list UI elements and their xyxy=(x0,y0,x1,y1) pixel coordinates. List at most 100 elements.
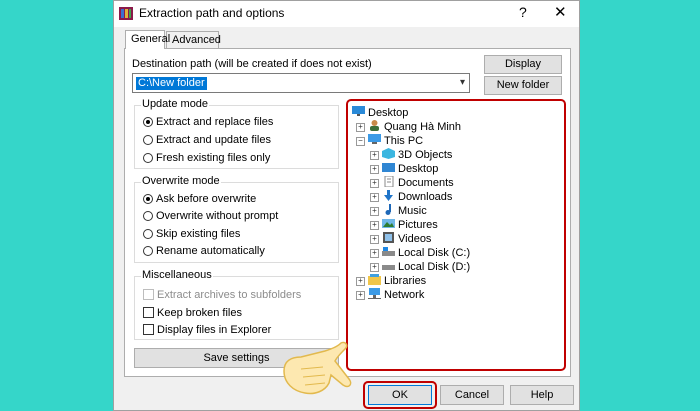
tree-item-pictures[interactable]: + Pictures xyxy=(370,218,438,232)
tree-item-label: Local Disk (D:) xyxy=(398,261,471,273)
radio-fresh-existing[interactable]: Fresh existing files only xyxy=(143,152,270,164)
destination-path-combobox[interactable]: C:\New folder ▾ xyxy=(132,73,470,93)
radio-indicator[interactable] xyxy=(143,229,153,239)
update-mode-title: Update mode xyxy=(141,98,210,110)
check-extract-to-subfolders: Extract archives to subfolders xyxy=(143,289,301,301)
checkbox-label: Display files in Explorer xyxy=(157,324,272,336)
tree-item-label: Libraries xyxy=(384,275,427,287)
winrar-icon xyxy=(119,7,133,20)
tree-item-videos[interactable]: + Videos xyxy=(370,232,431,246)
tree-item-music[interactable]: + Music xyxy=(370,204,427,218)
expand-icon[interactable]: + xyxy=(370,235,379,244)
miscellaneous-title: Miscellaneous xyxy=(141,269,213,281)
radio-indicator[interactable] xyxy=(143,194,153,204)
checkbox[interactable] xyxy=(143,307,154,318)
expand-icon[interactable]: + xyxy=(370,165,379,174)
radio-label: Fresh existing files only xyxy=(156,152,271,164)
tree-item-3d-objects[interactable]: +3D Objects xyxy=(370,148,452,162)
drive-icon xyxy=(382,265,395,270)
tree-item-local-disk-d[interactable]: + Local Disk (D:) xyxy=(370,260,470,274)
expand-icon[interactable]: + xyxy=(356,291,365,300)
radio-indicator[interactable] xyxy=(143,211,153,221)
radio-indicator[interactable] xyxy=(143,246,153,256)
window-title: Extraction path and options xyxy=(139,6,285,20)
miscellaneous-group: Miscellaneous Extract archives to subfol… xyxy=(134,269,339,340)
expand-icon[interactable]: + xyxy=(370,207,379,216)
expand-icon[interactable]: + xyxy=(370,249,379,258)
libraries-icon xyxy=(368,274,381,285)
tree-item-desktop-root[interactable]: Desktop xyxy=(352,106,408,120)
chevron-down-icon[interactable]: ▾ xyxy=(460,77,465,88)
tree-item-label: Local Disk (C:) xyxy=(398,247,471,259)
tree-item-documents[interactable]: + Documents xyxy=(370,176,454,190)
display-button[interactable]: Display xyxy=(484,55,562,74)
music-icon xyxy=(385,204,391,215)
cancel-button[interactable]: Cancel xyxy=(440,385,504,405)
help-button[interactable]: Help xyxy=(510,385,574,405)
radio-label: Ask before overwrite xyxy=(156,193,257,205)
tree-item-label: Documents xyxy=(398,177,454,189)
title-bar: Extraction path and options ? ✕ xyxy=(114,1,579,27)
expand-icon[interactable]: + xyxy=(370,221,379,230)
downloads-icon xyxy=(384,190,393,201)
tree-item-local-disk-c[interactable]: + Local Disk (C:) xyxy=(370,246,470,260)
check-keep-broken-files[interactable]: Keep broken files xyxy=(143,307,242,319)
collapse-icon[interactable]: − xyxy=(356,137,365,146)
radio-label: Extract and replace files xyxy=(156,116,274,128)
radio-indicator[interactable] xyxy=(143,117,153,127)
tree-item-label: Music xyxy=(398,205,427,217)
folder-tree[interactable]: Desktop + Quang Hà Minh − This PC +3D Obje… xyxy=(346,99,566,371)
tree-item-label: This PC xyxy=(384,135,424,147)
expand-icon[interactable]: + xyxy=(370,193,379,202)
destination-path-value[interactable]: C:\New folder xyxy=(136,77,207,90)
ok-button[interactable]: OK xyxy=(368,385,432,405)
tab-general[interactable]: General xyxy=(125,30,170,49)
desktop-icon xyxy=(352,106,365,116)
computer-icon xyxy=(368,134,381,144)
help-title-button[interactable]: ? xyxy=(519,4,527,20)
checkbox[interactable] xyxy=(143,324,154,335)
check-display-in-explorer[interactable]: Display files in Explorer xyxy=(143,324,271,336)
tree-item-label: Network xyxy=(384,289,425,301)
radio-label: Rename automatically xyxy=(156,245,265,257)
tree-item-network[interactable]: + Network xyxy=(356,288,424,302)
tree-item-label: Downloads xyxy=(398,191,453,203)
radio-rename-automatically[interactable]: Rename automatically xyxy=(143,245,265,257)
expand-icon[interactable]: + xyxy=(370,263,379,272)
3d-objects-icon xyxy=(382,148,395,159)
tree-item-downloads[interactable]: + Downloads xyxy=(370,190,452,204)
expand-icon[interactable]: + xyxy=(370,151,379,160)
tree-item-label: Pictures xyxy=(398,219,438,231)
update-mode-group: Update mode Extract and replace files Ex… xyxy=(134,98,339,169)
radio-label: Overwrite without prompt xyxy=(156,210,279,222)
extraction-dialog: Extraction path and options ? ✕ General … xyxy=(113,0,580,411)
pointing-hand-icon xyxy=(283,341,352,395)
destination-label: Destination path (will be created if doe… xyxy=(132,58,372,70)
radio-indicator[interactable] xyxy=(143,135,153,145)
radio-extract-replace[interactable]: Extract and replace files xyxy=(143,116,273,128)
radio-label: Skip existing files xyxy=(156,228,241,240)
radio-label: Extract and update files xyxy=(156,134,271,146)
tree-item-libraries[interactable]: + Libraries xyxy=(356,274,426,288)
checkbox-label: Extract archives to subfolders xyxy=(157,289,302,301)
tree-item-user[interactable]: + Quang Hà Minh xyxy=(356,120,461,134)
radio-overwrite-without-prompt[interactable]: Overwrite without prompt xyxy=(143,210,278,222)
new-folder-button[interactable]: New folder xyxy=(484,76,562,95)
videos-icon xyxy=(383,232,394,243)
radio-indicator[interactable] xyxy=(143,153,153,163)
radio-extract-update[interactable]: Extract and update files xyxy=(143,134,271,146)
expand-icon[interactable]: + xyxy=(356,123,365,132)
tree-item-label: Desktop xyxy=(368,107,409,119)
network-icon xyxy=(368,288,381,299)
tree-item-desktop[interactable]: + Desktop xyxy=(370,162,438,176)
radio-skip-existing[interactable]: Skip existing files xyxy=(143,228,240,240)
tree-item-this-pc[interactable]: − This PC xyxy=(356,134,423,148)
close-button[interactable]: ✕ xyxy=(554,3,567,21)
overwrite-mode-title: Overwrite mode xyxy=(141,175,221,187)
drive-icon xyxy=(382,247,395,256)
tab-advanced[interactable]: Advanced xyxy=(166,31,221,48)
radio-ask-before-overwrite[interactable]: Ask before overwrite xyxy=(143,193,256,205)
expand-icon[interactable]: + xyxy=(356,277,365,286)
desktop-icon xyxy=(382,163,395,172)
expand-icon[interactable]: + xyxy=(370,179,379,188)
